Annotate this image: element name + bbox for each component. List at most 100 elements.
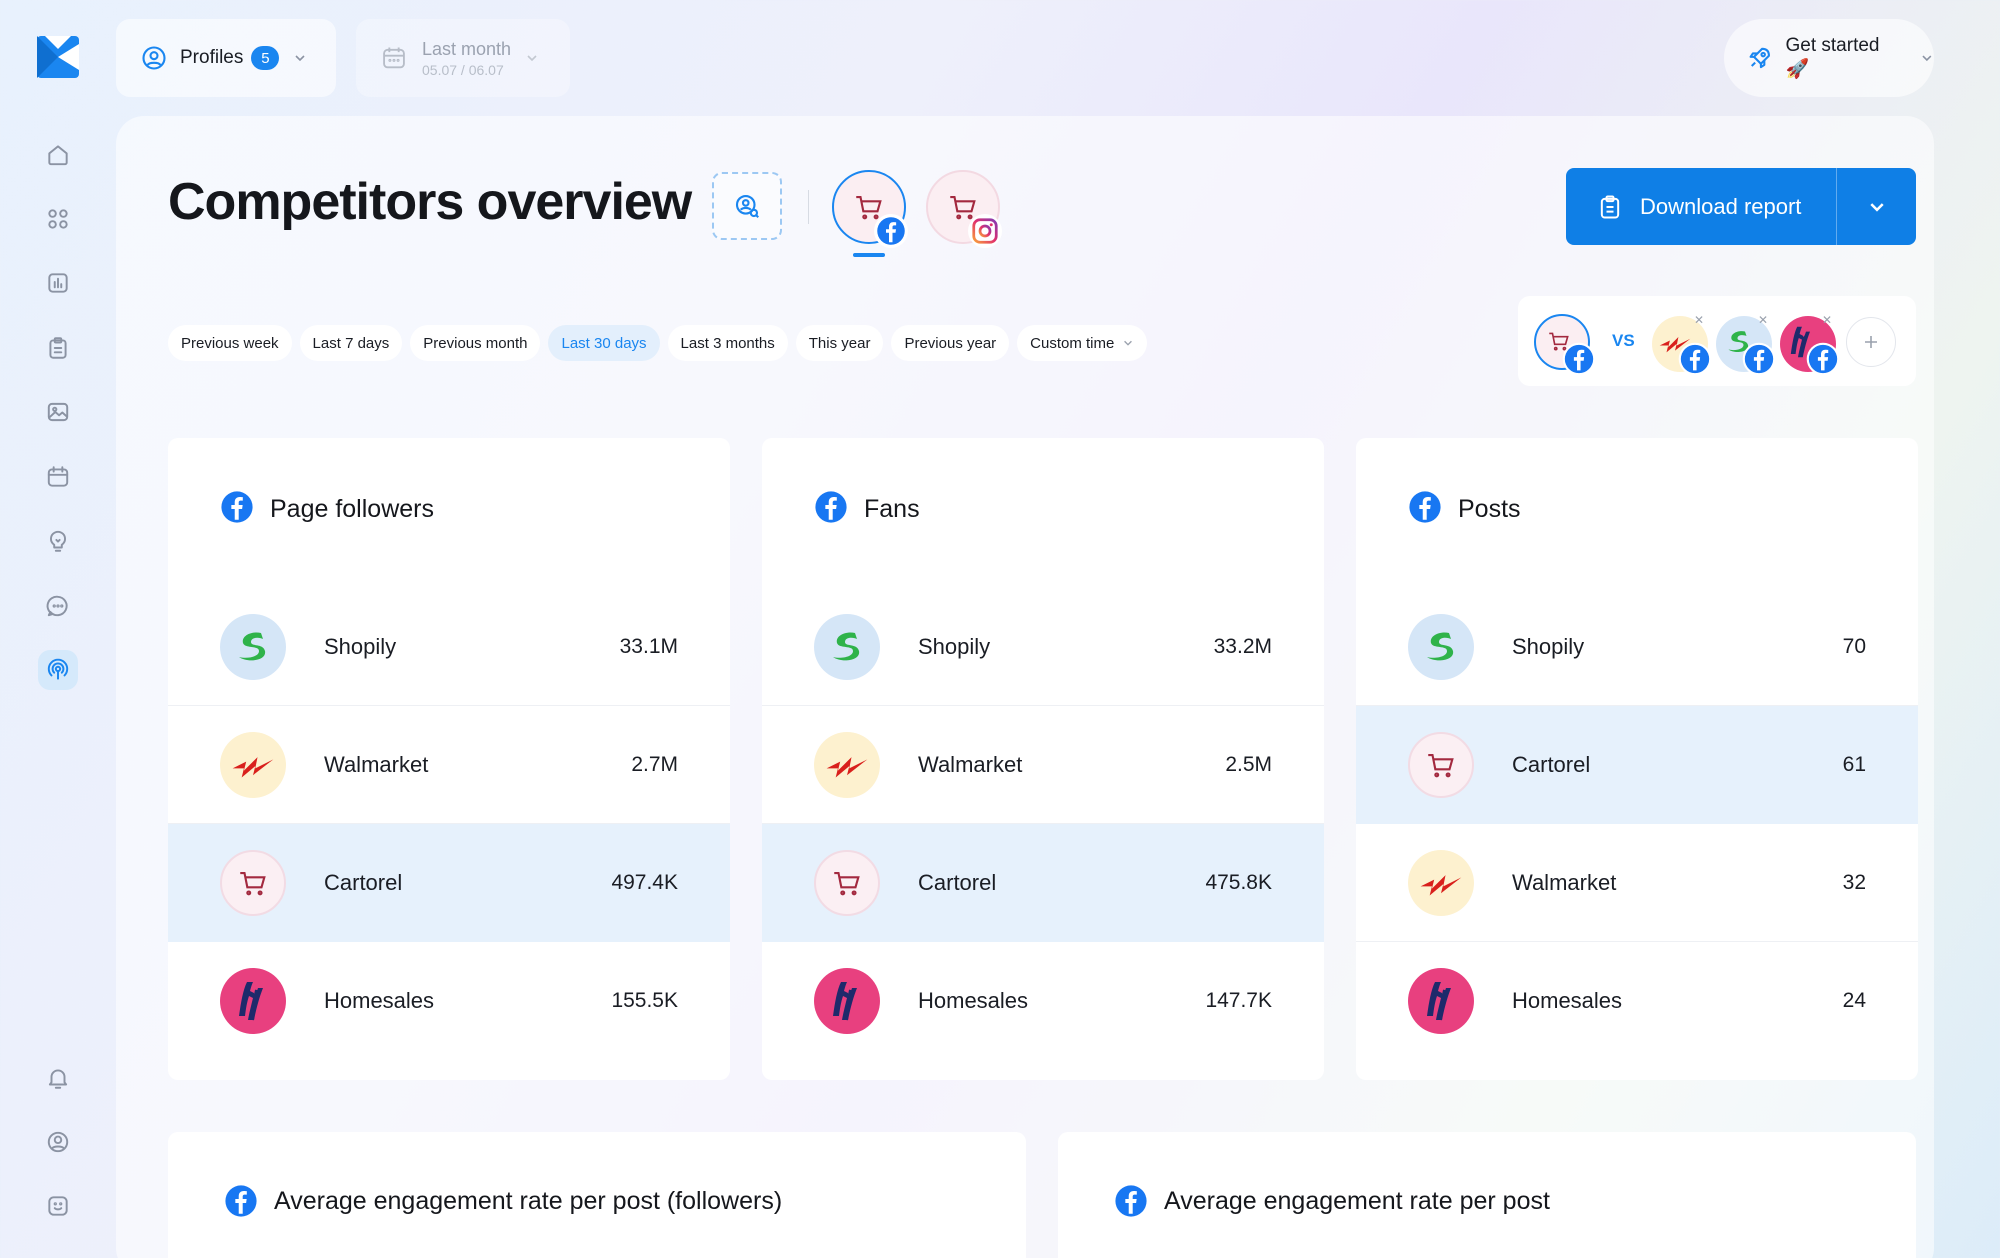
nav-account[interactable] [38, 1122, 78, 1162]
broadcast-icon [47, 658, 69, 680]
facebook-icon [874, 214, 908, 248]
cart-icon [240, 872, 266, 896]
time-filter-chip[interactable]: Last 30 days [548, 325, 660, 361]
app-logo[interactable] [37, 36, 79, 78]
date-label: Last month [422, 38, 512, 59]
remove-competitor-icon[interactable]: ✕ [1692, 313, 1706, 327]
clipboard-icon [49, 337, 67, 359]
time-filter-chip[interactable]: Custom time [1017, 325, 1148, 361]
nav-feedback[interactable] [38, 1186, 78, 1226]
nav-analytics[interactable] [38, 263, 78, 303]
avatar [814, 613, 880, 680]
chip-label: Custom time [1030, 334, 1115, 352]
metric-value: 24 [1842, 989, 1866, 1012]
get-started-button[interactable]: Get started 🚀 [1724, 19, 1934, 97]
time-filter-chip[interactable]: This year [795, 325, 884, 361]
chip-label: Last 7 days [312, 334, 390, 352]
competitor-row[interactable]: Walmarket 2.7M [168, 706, 730, 824]
competitor-row[interactable]: Homesales 155.5K [168, 942, 730, 1060]
download-report-main[interactable]: Download report [1566, 168, 1836, 245]
metric-value: 32 [1842, 870, 1866, 894]
date-range-selector[interactable]: Last month 05.07 / 06.07 [356, 19, 570, 97]
metric-value: 2.7M [631, 752, 678, 776]
avatar [220, 731, 286, 798]
download-options-dropdown[interactable] [1837, 197, 1916, 217]
nav-calendar[interactable] [38, 457, 78, 497]
lightbulb-icon [49, 530, 67, 552]
time-filter-chip[interactable]: Previous week [168, 325, 292, 361]
profiles-selector[interactable]: Profiles 5 [116, 19, 336, 97]
calendar-icon [383, 47, 405, 69]
download-report-label: Download report [1640, 193, 1802, 219]
time-filter-chip[interactable]: Last 3 months [667, 325, 788, 361]
competitor-name: Walmarket [1512, 869, 1617, 895]
competitor-name: Walmarket [324, 751, 429, 777]
avatar [1408, 968, 1474, 1034]
competitor-name: Cartorel [1512, 752, 1591, 777]
platform-instagram-tab[interactable] [926, 170, 1002, 248]
add-compare-button[interactable] [1846, 317, 1896, 367]
competitor-row[interactable]: Shopily 33.2M [762, 588, 1324, 706]
competitor-row[interactable]: Walmarket 2.5M [762, 706, 1324, 824]
chip-label: Last 3 months [680, 334, 775, 352]
competitor-row[interactable]: Walmarket 32 [1356, 824, 1918, 942]
competitor-row[interactable]: Cartorel 475.8K [762, 824, 1324, 942]
metric-value: 61 [1842, 753, 1866, 776]
chip-label: Previous week [181, 334, 279, 352]
competitor-row[interactable]: Cartorel 497.4K [168, 824, 730, 942]
nav-apps[interactable] [38, 199, 78, 239]
time-filter-chip[interactable]: Previous year [891, 325, 1010, 361]
walmarket-logo [826, 756, 868, 777]
time-filter-chip[interactable]: Previous month [410, 325, 541, 361]
nav-reports[interactable] [38, 328, 78, 368]
compare-avatar-cartorel[interactable] [1534, 314, 1596, 376]
metric-value: 2.5M [1225, 752, 1272, 776]
user-circle-icon [142, 46, 166, 70]
card-title: Posts [1458, 495, 1521, 523]
get-started-label: Get started 🚀 [1785, 35, 1880, 80]
metric-card: Fans Shopily 33.2M Walmarket 2.5M Cartorel 475… [762, 438, 1324, 1080]
competitor-row[interactable]: Shopily 70 [1356, 588, 1918, 706]
nav-chat[interactable] [38, 586, 78, 626]
remove-competitor-icon[interactable]: ✕ [1820, 313, 1834, 327]
competitor-row[interactable]: Homesales 147.7K [762, 942, 1324, 1060]
chevron-down-icon [527, 55, 537, 62]
walmarket-logo [232, 756, 274, 777]
metric-value: 33.1M [619, 634, 678, 658]
nav-ideas[interactable] [38, 521, 78, 561]
facebook-icon [814, 490, 848, 529]
competitor-name: Homesales [1512, 988, 1623, 1013]
nav-home[interactable] [38, 135, 78, 175]
nav-notifications[interactable] [38, 1058, 78, 1098]
competitor-name: Shopily [1512, 633, 1585, 659]
apps-grid-icon [48, 209, 68, 229]
add-competitor-button[interactable] [712, 172, 782, 240]
download-report-button[interactable]: Download report [1566, 168, 1916, 245]
chevron-down-icon [295, 55, 305, 62]
user-circle-icon [47, 1131, 69, 1153]
platform-facebook-tab[interactable] [832, 170, 908, 248]
engagement-followers-card: Average engagement rate per post (follow… [168, 1132, 1026, 1258]
competitor-name: Homesales [918, 988, 1029, 1013]
image-icon [47, 402, 69, 422]
home-icon [48, 145, 68, 166]
avatar [220, 613, 286, 680]
metric-value: 475.8K [1205, 871, 1272, 894]
avatar [220, 968, 286, 1034]
competitor-row[interactable]: Shopily 33.1M [168, 588, 730, 706]
time-filter-chip[interactable]: Last 7 days [299, 325, 403, 361]
clipboard-icon [1600, 195, 1620, 218]
avatar [1408, 613, 1474, 680]
competitor-row[interactable]: Homesales 24 [1356, 942, 1918, 1060]
competitor-row[interactable]: Cartorel 61 [1356, 706, 1918, 824]
nav-listening[interactable] [38, 650, 78, 690]
chip-label: This year [808, 334, 871, 352]
instagram-icon [968, 214, 1002, 248]
facebook-icon [1115, 1185, 1147, 1217]
metric-value: 155.5K [611, 989, 678, 1012]
nav-media[interactable] [38, 392, 78, 432]
profiles-label: Profiles [180, 47, 244, 68]
competitor-name: Homesales [324, 988, 435, 1013]
remove-competitor-icon[interactable]: ✕ [1756, 313, 1770, 327]
shopily-logo [833, 631, 860, 660]
